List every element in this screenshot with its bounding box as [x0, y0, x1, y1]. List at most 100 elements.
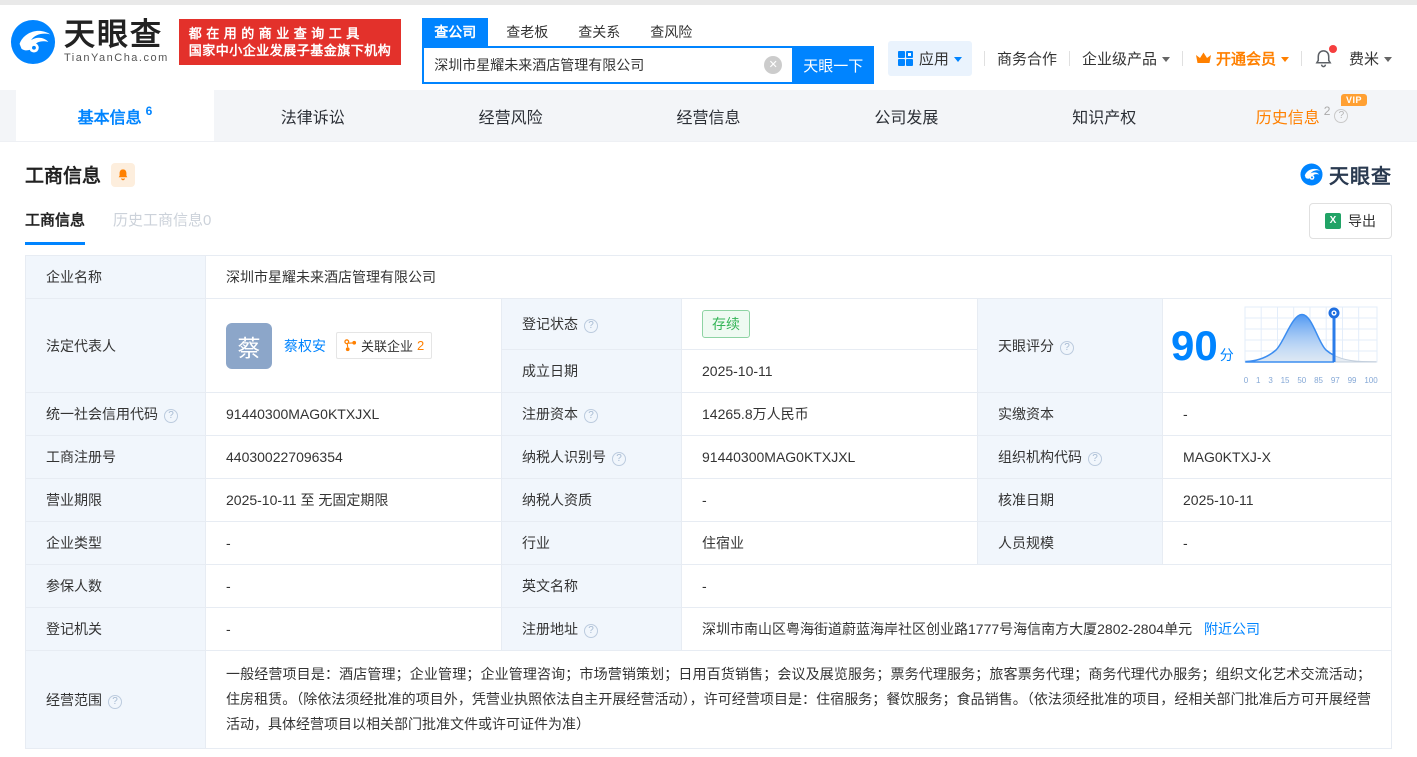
related-companies-badge[interactable]: 关联企业 2: [336, 332, 433, 359]
help-icon[interactable]: [1088, 452, 1102, 466]
excel-icon: [1325, 213, 1341, 229]
legal-rep-link[interactable]: 蔡权安: [284, 336, 326, 356]
tab-intellectual-property[interactable]: 知识产权: [1005, 90, 1203, 141]
field-label-taxpayer-id: 纳税人识别号: [501, 435, 682, 479]
network-icon: [344, 339, 357, 352]
field-value-insured-count: -: [205, 564, 502, 608]
help-icon[interactable]: [108, 694, 122, 709]
tab-company-development[interactable]: 公司发展: [807, 90, 1005, 141]
field-value-reg-status: 存续: [681, 298, 978, 350]
field-value-staff-size: -: [1162, 521, 1392, 565]
tab-basic-info[interactable]: 基本信息 6: [16, 90, 214, 141]
tianyancha-eye-icon: [1300, 163, 1323, 186]
tianyancha-eye-icon: [10, 19, 56, 65]
table-row: 参保人数 - 英文名称 -: [25, 564, 1392, 608]
tab-legal-litigation[interactable]: 法律诉讼: [214, 90, 412, 141]
menu-enterprise-products[interactable]: 企业级产品: [1082, 48, 1170, 69]
menu-divider: [1068, 51, 1070, 66]
related-label: 关联企业: [361, 339, 414, 354]
tab-label: 历史信息: [1255, 109, 1320, 127]
score-distribution-chart: 01 3 15 50 85 97 99 100: [1244, 306, 1378, 385]
logo-domain: TianYanCha.com: [64, 52, 169, 64]
search-input[interactable]: [424, 57, 765, 73]
field-value-english-name: -: [681, 564, 1392, 608]
related-count: 2: [417, 338, 425, 353]
field-value-reg-number: 440300227096354: [205, 435, 502, 479]
apps-menu[interactable]: 应用: [887, 41, 972, 76]
field-value-reg-authority: -: [205, 607, 502, 651]
field-value-reg-capital: 14265.8万人民币: [681, 392, 978, 436]
help-icon[interactable]: [1334, 108, 1349, 123]
field-label-taxpayer-quality: 纳税人资质: [501, 478, 682, 522]
clear-search-icon[interactable]: [764, 56, 783, 74]
field-label-industry: 行业: [501, 521, 682, 565]
watermark-label: 天眼查: [1329, 166, 1392, 188]
field-value-industry: 住宿业: [681, 521, 978, 565]
address-text: 深圳市南山区粤海街道蔚蓝海岸社区创业路1777号海信南方大厦2802-2804单…: [702, 621, 1193, 637]
help-icon[interactable]: [584, 319, 598, 333]
subtab-business-info[interactable]: 工商信息: [25, 209, 86, 245]
menu-divider: [1300, 51, 1302, 66]
tab-count: 2: [1323, 103, 1331, 118]
search-tab-relation[interactable]: 查关系: [578, 18, 620, 46]
field-label-company-name: 企业名称: [25, 255, 206, 299]
field-value-approval-date: 2025-10-11: [1162, 478, 1392, 522]
tianyancha-watermark: 天眼查: [1300, 160, 1392, 189]
field-value-tyc-score: 90 分 0 1 3 15 50 85 97 99 100: [1162, 298, 1392, 393]
help-icon[interactable]: [612, 452, 626, 466]
logo-title: 天眼查: [64, 17, 163, 52]
table-row: 营业期限 2025-10-11 至 无固定期限 纳税人资质 - 核准日期 202…: [25, 478, 1392, 522]
search-button[interactable]: 天眼一下: [792, 46, 875, 84]
open-vip-label: 开通会员: [1215, 51, 1276, 68]
slogan-line1: 都在用的商业查询工具: [188, 26, 364, 41]
monitor-bell-button[interactable]: [111, 162, 136, 187]
search-tab-boss[interactable]: 查老板: [506, 18, 548, 46]
site-logo[interactable]: 天眼查 TianYanCha.com: [10, 19, 169, 65]
field-label-tyc-score: 天眼评分: [977, 298, 1163, 393]
field-label-reg-address: 注册地址: [501, 607, 682, 651]
tab-label: 知识产权: [1072, 109, 1137, 127]
help-icon[interactable]: [1060, 340, 1074, 355]
slogan-banner: 都在用的商业查询工具 国家中小企业发展子基金旗下机构: [178, 19, 402, 65]
business-info-table: 企业名称 深圳市星耀未来酒店管理有限公司 法定代表人 蔡 蔡权安 关联企业 2 …: [25, 255, 1392, 749]
export-label: 导出: [1348, 213, 1376, 229]
field-value-legal-rep: 蔡 蔡权安 关联企业 2: [205, 298, 502, 393]
field-value-taxpayer-id: 91440300MAG0KTXJXL: [681, 435, 978, 479]
field-label-reg-capital: 注册资本: [501, 392, 682, 436]
tab-label: 经营信息: [676, 109, 741, 127]
field-label-staff-size: 人员规模: [977, 521, 1163, 565]
help-icon[interactable]: [584, 624, 598, 638]
legal-rep-avatar[interactable]: 蔡: [226, 322, 272, 369]
table-row: 企业类型 - 行业 住宿业 人员规模 -: [25, 521, 1392, 565]
chevron-down-icon: [1384, 57, 1392, 62]
field-label-insured-count: 参保人数: [25, 564, 206, 608]
menu-business-coop[interactable]: 商务合作: [997, 48, 1057, 69]
help-icon[interactable]: [164, 409, 178, 423]
field-label-credit-code: 统一社会信用代码: [25, 392, 206, 436]
field-label-reg-status: 登记状态: [501, 298, 682, 350]
tab-history-info[interactable]: VIP 历史信息 2: [1203, 90, 1401, 141]
field-value-company-type: -: [205, 521, 502, 565]
field-label-reg-number: 工商注册号: [25, 435, 206, 479]
notification-dot: [1328, 45, 1337, 53]
export-button[interactable]: 导出: [1309, 203, 1392, 239]
search-box: [422, 46, 793, 84]
menu-open-vip[interactable]: 开通会员: [1195, 48, 1289, 69]
search-tab-company[interactable]: 查公司: [422, 18, 489, 46]
field-label-biz-scope: 经营范围: [25, 650, 206, 749]
table-row: 登记机关 - 注册地址 深圳市南山区粤海街道蔚蓝海岸社区创业路1777号海信南方…: [25, 607, 1392, 651]
notifications-bell[interactable]: [1314, 45, 1337, 68]
bell-icon: [118, 169, 128, 181]
search-tab-risk[interactable]: 查风险: [650, 18, 692, 46]
tab-operation-risk[interactable]: 经营风险: [412, 90, 610, 141]
help-icon[interactable]: [584, 409, 598, 423]
status-badge: 存续: [702, 310, 750, 338]
nearby-companies-link[interactable]: 附近公司: [1204, 621, 1260, 637]
subtab-history-business-info[interactable]: 历史工商信息0: [113, 209, 211, 245]
slogan-line2: 国家中小企业发展子基金旗下机构: [188, 43, 392, 58]
user-menu[interactable]: 费米: [1349, 48, 1392, 69]
field-label-org-code: 组织机构代码: [977, 435, 1163, 479]
company-nav-tabs: 基本信息 6 法律诉讼 经营风险 经营信息 公司发展 知识产权 VIP 历史信息…: [0, 90, 1417, 142]
tab-operation-info[interactable]: 经营信息: [610, 90, 808, 141]
main-content: 工商信息 天眼查 工商信息 历史工商信息0 导出: [0, 160, 1417, 749]
